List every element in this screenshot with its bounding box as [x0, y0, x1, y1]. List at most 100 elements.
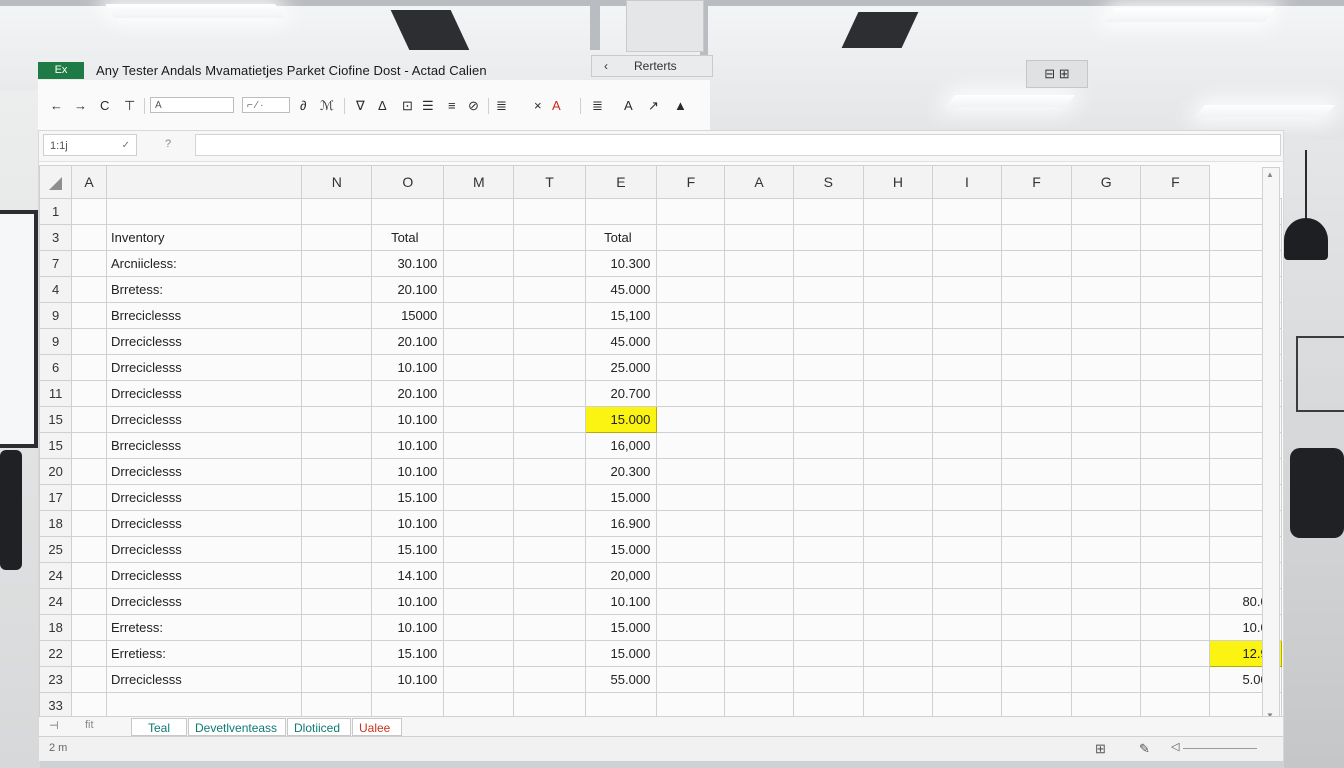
cell-total-o[interactable]: 15.100 [371, 484, 445, 511]
column-header[interactable]: S [792, 165, 864, 199]
cell[interactable] [1140, 406, 1211, 433]
cell[interactable] [862, 250, 934, 277]
cell[interactable] [301, 692, 373, 719]
cell[interactable] [656, 302, 726, 329]
cell[interactable] [71, 432, 107, 459]
page-layout-icon[interactable]: ⊞ [1095, 741, 1106, 757]
cell[interactable] [792, 380, 864, 407]
column-header[interactable]: M [443, 165, 515, 199]
cell[interactable] [656, 432, 726, 459]
cell[interactable] [862, 640, 934, 667]
cell[interactable] [862, 562, 934, 589]
column-header[interactable]: A [724, 165, 794, 199]
cell[interactable] [932, 536, 1002, 563]
cell[interactable] [862, 614, 934, 641]
cell[interactable] [1000, 380, 1073, 407]
cell[interactable] [1000, 536, 1073, 563]
row-header[interactable]: 11 [38, 380, 73, 407]
column-header[interactable]: F [1140, 165, 1211, 199]
cell[interactable] [443, 198, 515, 225]
cell[interactable] [71, 640, 107, 667]
cell[interactable] [932, 614, 1002, 641]
cell[interactable] [71, 666, 107, 693]
cell[interactable] [1071, 458, 1142, 485]
cell[interactable] [792, 536, 864, 563]
row-header[interactable]: 1 [38, 198, 73, 225]
cell[interactable] [932, 276, 1002, 303]
cell[interactable] [656, 536, 726, 563]
cell[interactable] [862, 354, 934, 381]
refresh-icon[interactable]: C [100, 98, 109, 113]
warning-icon[interactable]: ▲ [674, 98, 687, 113]
row-header[interactable]: 9 [38, 328, 73, 355]
cell[interactable] [862, 224, 934, 251]
cell[interactable] [1071, 666, 1142, 693]
cell[interactable] [862, 380, 934, 407]
cell[interactable] [1071, 510, 1142, 537]
cell[interactable] [792, 458, 864, 485]
column-header[interactable]: G [1071, 165, 1142, 199]
row-header[interactable]: 22 [38, 640, 73, 667]
cell[interactable] [71, 510, 107, 537]
edit-icon[interactable]: ✎ [1139, 741, 1150, 757]
cell[interactable] [656, 250, 726, 277]
cell[interactable] [443, 510, 515, 537]
cell[interactable] [513, 666, 586, 693]
cell[interactable] [513, 562, 586, 589]
cell[interactable] [301, 276, 373, 303]
cell[interactable] [71, 406, 107, 433]
cell[interactable] [724, 380, 794, 407]
column-header[interactable]: A [71, 165, 107, 199]
cell[interactable] [1140, 692, 1211, 719]
table-icon[interactable]: ⊡ [402, 98, 413, 114]
row-header[interactable]: 24 [38, 562, 73, 589]
cell[interactable] [1000, 250, 1073, 277]
row-header[interactable]: 17 [38, 484, 73, 511]
column-header[interactable]: F [1000, 165, 1073, 199]
cell[interactable] [301, 432, 373, 459]
cell-total-e[interactable]: 16,000 [584, 432, 658, 459]
pin-icon[interactable]: ⊤ [124, 98, 135, 114]
cell[interactable] [656, 588, 726, 615]
cell-label[interactable]: Brreciclesss [105, 302, 303, 329]
cell-total-o[interactable]: 10.100 [371, 354, 445, 381]
check-icon[interactable]: ✓ [122, 135, 130, 157]
cell[interactable] [443, 692, 515, 719]
cell[interactable] [792, 354, 864, 381]
text-style-icon[interactable]: A [624, 98, 633, 113]
cell-total-o[interactable]: 15.100 [371, 640, 445, 667]
cell[interactable] [1000, 484, 1073, 511]
row-header[interactable]: 15 [38, 432, 73, 459]
cell[interactable] [1000, 302, 1073, 329]
cell[interactable] [301, 380, 373, 407]
cell[interactable] [1071, 380, 1142, 407]
fx-icon[interactable]: ? [165, 138, 171, 150]
cell-label[interactable]: Erretess: [105, 614, 303, 641]
cell-total-o[interactable]: 10.100 [371, 432, 445, 459]
cell[interactable] [71, 302, 107, 329]
cell[interactable] [1140, 510, 1211, 537]
cell[interactable] [862, 198, 934, 225]
cell[interactable] [1000, 458, 1073, 485]
column-header[interactable]: E [584, 165, 658, 199]
cell-label[interactable]: Brreciclesss [105, 432, 303, 459]
row-header[interactable]: 7 [38, 250, 73, 277]
cell[interactable] [932, 302, 1002, 329]
cell[interactable] [656, 562, 726, 589]
cell-label[interactable]: Drreciclesss [105, 380, 303, 407]
cell[interactable] [1000, 406, 1073, 433]
cell[interactable] [724, 276, 794, 303]
cell-label[interactable]: Drreciclesss [105, 354, 303, 381]
cell[interactable] [1000, 692, 1073, 719]
cell[interactable] [513, 276, 586, 303]
cell-total-e[interactable]: 15.000 [584, 484, 658, 511]
column-header[interactable]: T [513, 165, 586, 199]
cell[interactable] [513, 536, 586, 563]
cell-label[interactable]: Drreciclesss [105, 666, 303, 693]
cell[interactable] [1000, 224, 1073, 251]
cell-total-e[interactable]: 20.700 [584, 380, 658, 407]
cell[interactable] [932, 328, 1002, 355]
cell[interactable] [443, 640, 515, 667]
row-header[interactable]: 4 [38, 276, 73, 303]
cell[interactable] [513, 250, 586, 277]
